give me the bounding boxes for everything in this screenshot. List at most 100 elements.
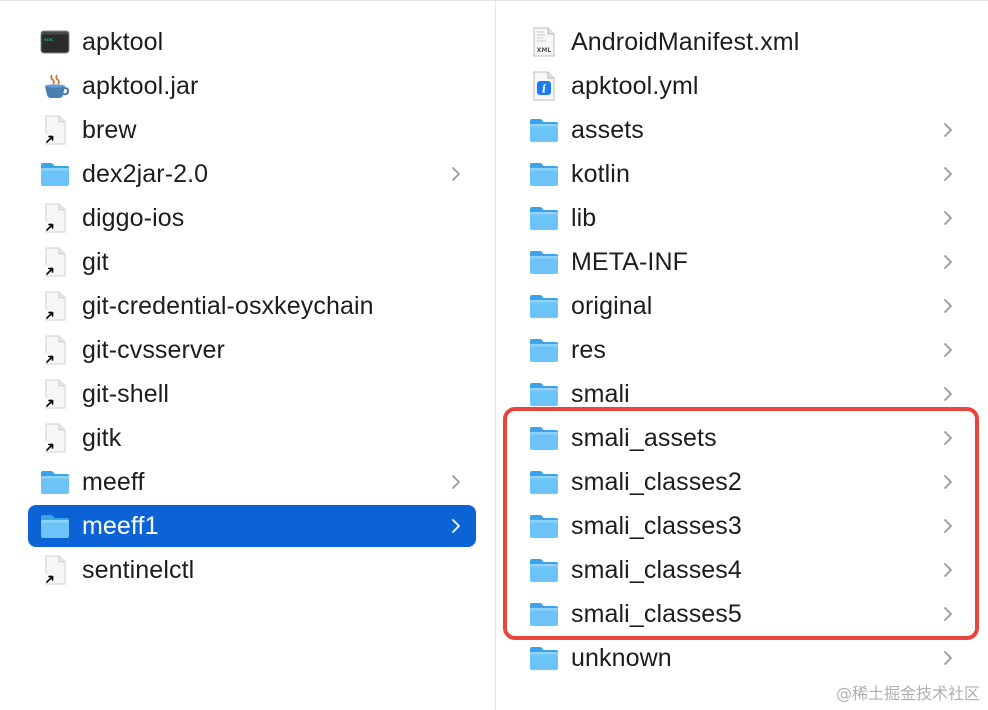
- file-item-meeff[interactable]: meeff: [28, 461, 476, 503]
- file-item-label: res: [571, 335, 607, 364]
- folder-icon: [40, 159, 70, 189]
- file-item-dex2jar-2-0[interactable]: dex2jar-2.0: [28, 153, 476, 195]
- chevron-right-icon: [942, 373, 954, 415]
- folder-icon: [529, 643, 559, 673]
- file-item-assets[interactable]: assets: [517, 109, 968, 151]
- file-item-smali-classes4[interactable]: smali_classes4: [517, 549, 968, 591]
- folder-icon: [529, 159, 559, 189]
- file-item-brew[interactable]: brew: [28, 109, 476, 151]
- file-item-label: assets: [571, 115, 644, 144]
- folder-icon: [40, 467, 70, 497]
- chevron-right-icon: [942, 285, 954, 327]
- parent-directory-column[interactable]: exec apktool apktool.jar brew dex2jar-2.0 dig…: [0, 1, 496, 710]
- file-item-label: kotlin: [571, 159, 630, 188]
- alias-file-icon: [40, 379, 70, 409]
- folder-icon: [529, 467, 559, 497]
- file-item-label: lib: [571, 203, 597, 232]
- alias-file-icon: [40, 335, 70, 365]
- file-item-label: smali_classes3: [571, 511, 742, 540]
- file-item-gitk[interactable]: gitk: [28, 417, 476, 459]
- chevron-right-icon: [942, 197, 954, 239]
- file-item-label: AndroidManifest.xml: [571, 27, 800, 56]
- chevron-right-icon: [942, 417, 954, 459]
- file-item-label: smali: [571, 379, 630, 408]
- file-item-meta-inf[interactable]: META-INF: [517, 241, 968, 283]
- file-item-label: git-credential-osxkeychain: [82, 291, 374, 320]
- file-item-git-shell[interactable]: git-shell: [28, 373, 476, 415]
- file-item-label: gitk: [82, 423, 122, 452]
- alias-file-icon: [40, 291, 70, 321]
- file-item-smali[interactable]: smali: [517, 373, 968, 415]
- file-item-git-cvsserver[interactable]: git-cvsserver: [28, 329, 476, 371]
- folder-icon: [529, 511, 559, 541]
- alias-file-icon: [40, 203, 70, 233]
- xml-file-icon: XML: [529, 27, 559, 57]
- file-item-git-credential-osxkeychain[interactable]: git-credential-osxkeychain: [28, 285, 476, 327]
- folder-icon: [529, 335, 559, 365]
- file-item-androidmanifest-xml[interactable]: XML AndroidManifest.xml: [517, 21, 968, 63]
- file-item-label: meeff: [82, 467, 145, 496]
- chevron-right-icon: [942, 241, 954, 283]
- file-item-label: git-cvsserver: [82, 335, 225, 364]
- file-item-label: git: [82, 247, 109, 276]
- alias-file-icon: [40, 247, 70, 277]
- chevron-right-icon: [942, 593, 954, 635]
- file-item-smali-classes3[interactable]: smali_classes3: [517, 505, 968, 547]
- folder-icon: [529, 247, 559, 277]
- file-item-smali-assets[interactable]: smali_assets: [517, 417, 968, 459]
- file-item-label: brew: [82, 115, 137, 144]
- file-item-smali-classes5[interactable]: smali_classes5: [517, 593, 968, 635]
- file-item-diggo-ios[interactable]: diggo-ios: [28, 197, 476, 239]
- folder-icon: [529, 555, 559, 585]
- svg-text:XML: XML: [537, 47, 552, 54]
- file-item-label: unknown: [571, 643, 672, 672]
- svg-text:i: i: [542, 83, 546, 96]
- folder-icon: [529, 291, 559, 321]
- file-item-label: smali_classes5: [571, 599, 742, 628]
- alias-file-icon: [40, 423, 70, 453]
- folder-icon: [529, 599, 559, 629]
- file-item-label: diggo-ios: [82, 203, 185, 232]
- file-item-apktool-jar[interactable]: apktool.jar: [28, 65, 476, 107]
- file-item-sentinelctl[interactable]: sentinelctl: [28, 549, 476, 591]
- file-item-label: smali_classes2: [571, 467, 742, 496]
- folder-icon: [529, 115, 559, 145]
- java-jar-icon: [40, 71, 70, 101]
- file-item-apktool[interactable]: exec apktool: [28, 21, 476, 63]
- chevron-right-icon: [450, 461, 462, 503]
- file-item-lib[interactable]: lib: [517, 197, 968, 239]
- file-item-label: sentinelctl: [82, 555, 195, 584]
- file-item-label: original: [571, 291, 653, 320]
- alias-file-icon: [40, 115, 70, 145]
- file-item-label: git-shell: [82, 379, 170, 408]
- watermark: @稀土掘金技术社区: [835, 684, 980, 703]
- chevron-right-icon: [942, 549, 954, 591]
- file-item-label: apktool: [82, 27, 164, 56]
- chevron-right-icon: [942, 637, 954, 679]
- alias-file-icon: [40, 555, 70, 585]
- file-item-git[interactable]: git: [28, 241, 476, 283]
- file-item-meeff1[interactable]: meeff1: [28, 505, 476, 547]
- file-item-label: smali_classes4: [571, 555, 742, 584]
- file-item-label: apktool.yml: [571, 71, 699, 100]
- terminal-exec-icon: exec: [40, 27, 70, 57]
- file-item-label: apktool.jar: [82, 71, 199, 100]
- file-item-res[interactable]: res: [517, 329, 968, 371]
- folder-icon: [529, 423, 559, 453]
- file-item-original[interactable]: original: [517, 285, 968, 327]
- file-item-smali-classes2[interactable]: smali_classes2: [517, 461, 968, 503]
- finder-window: exec apktool apktool.jar brew dex2jar-2.0 dig…: [0, 0, 988, 710]
- file-item-label: dex2jar-2.0: [82, 159, 209, 188]
- meeff1-contents-column[interactable]: XML AndroidManifest.xml i apktool.yml assets…: [497, 1, 988, 710]
- chevron-right-icon: [942, 153, 954, 195]
- file-item-apktool-yml[interactable]: i apktool.yml: [517, 65, 968, 107]
- folder-icon: [529, 203, 559, 233]
- file-item-label: smali_assets: [571, 423, 717, 452]
- file-item-kotlin[interactable]: kotlin: [517, 153, 968, 195]
- chevron-right-icon: [942, 461, 954, 503]
- file-item-unknown[interactable]: unknown: [517, 637, 968, 679]
- chevron-right-icon: [942, 109, 954, 151]
- svg-text:exec: exec: [44, 37, 54, 42]
- file-item-label: meeff1: [82, 511, 159, 540]
- folder-icon: [40, 511, 70, 541]
